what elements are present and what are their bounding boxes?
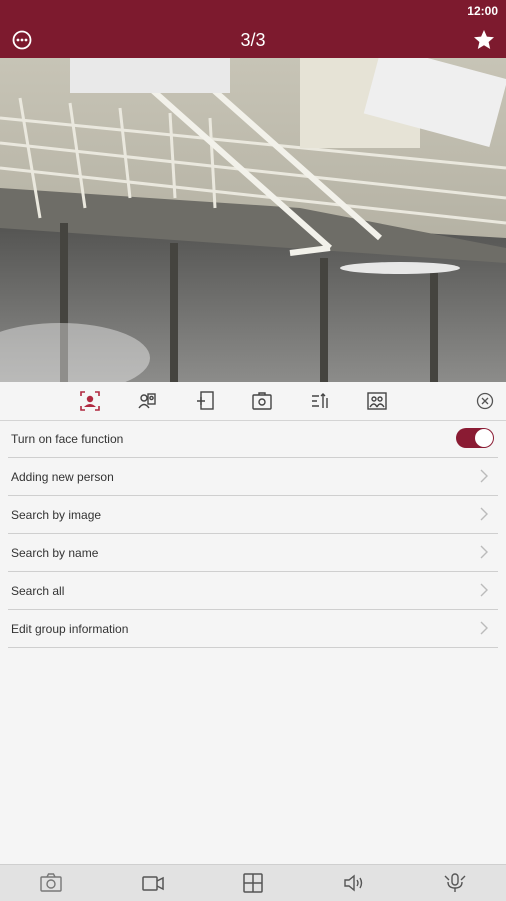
microphone-icon[interactable] [443,872,467,894]
search-all-label: Search all [11,584,65,598]
search-by-name-row[interactable]: Search by name [8,534,498,572]
chevron-right-icon [480,545,488,559]
add-face-icon[interactable] [194,390,216,412]
search-by-image-row[interactable]: Search by image [8,496,498,534]
adding-new-person-label: Adding new person [11,470,114,484]
edit-group-information-label: Edit group information [11,622,129,636]
bottom-toolbar [0,864,506,901]
snapshot-icon[interactable] [39,872,63,894]
adding-new-person-row[interactable]: Adding new person [8,458,498,496]
search-by-name-label: Search by name [11,546,99,560]
adjust-icon[interactable] [309,390,331,412]
search-all-row[interactable]: Search all [8,572,498,610]
chevron-right-icon [480,469,488,483]
star-icon[interactable] [472,28,496,52]
chevron-right-icon [480,507,488,521]
record-icon[interactable] [141,872,165,894]
person-compare-icon[interactable] [136,390,158,412]
face-options-list: Turn on face function Adding new person … [0,420,506,648]
layout-grid-icon[interactable] [241,872,265,894]
face-function-row: Turn on face function [8,420,498,458]
chevron-right-icon [480,621,488,635]
page-title: 3/3 [240,30,266,50]
camera-view[interactable] [0,58,506,382]
camera-feed-image [0,58,506,382]
search-by-image-label: Search by image [11,508,102,522]
panel-tab-bar [0,382,506,421]
face-function-label: Turn on face function [11,432,124,446]
status-bar: 12:00 [0,0,506,22]
status-time: 12:00 [467,4,498,18]
chevron-right-icon [480,583,488,597]
close-icon[interactable] [476,392,494,410]
edit-group-information-row[interactable]: Edit group information [8,610,498,648]
face-function-toggle[interactable] [456,428,494,448]
face-search-icon[interactable] [251,390,273,412]
group-icon[interactable] [366,390,388,412]
speaker-icon[interactable] [342,872,366,894]
toggle-knob [475,429,493,447]
app-bar: 3/3 [0,22,506,58]
face-recognition-icon[interactable] [79,390,101,412]
face-function-panel: Turn on face function Adding new person … [0,382,506,864]
